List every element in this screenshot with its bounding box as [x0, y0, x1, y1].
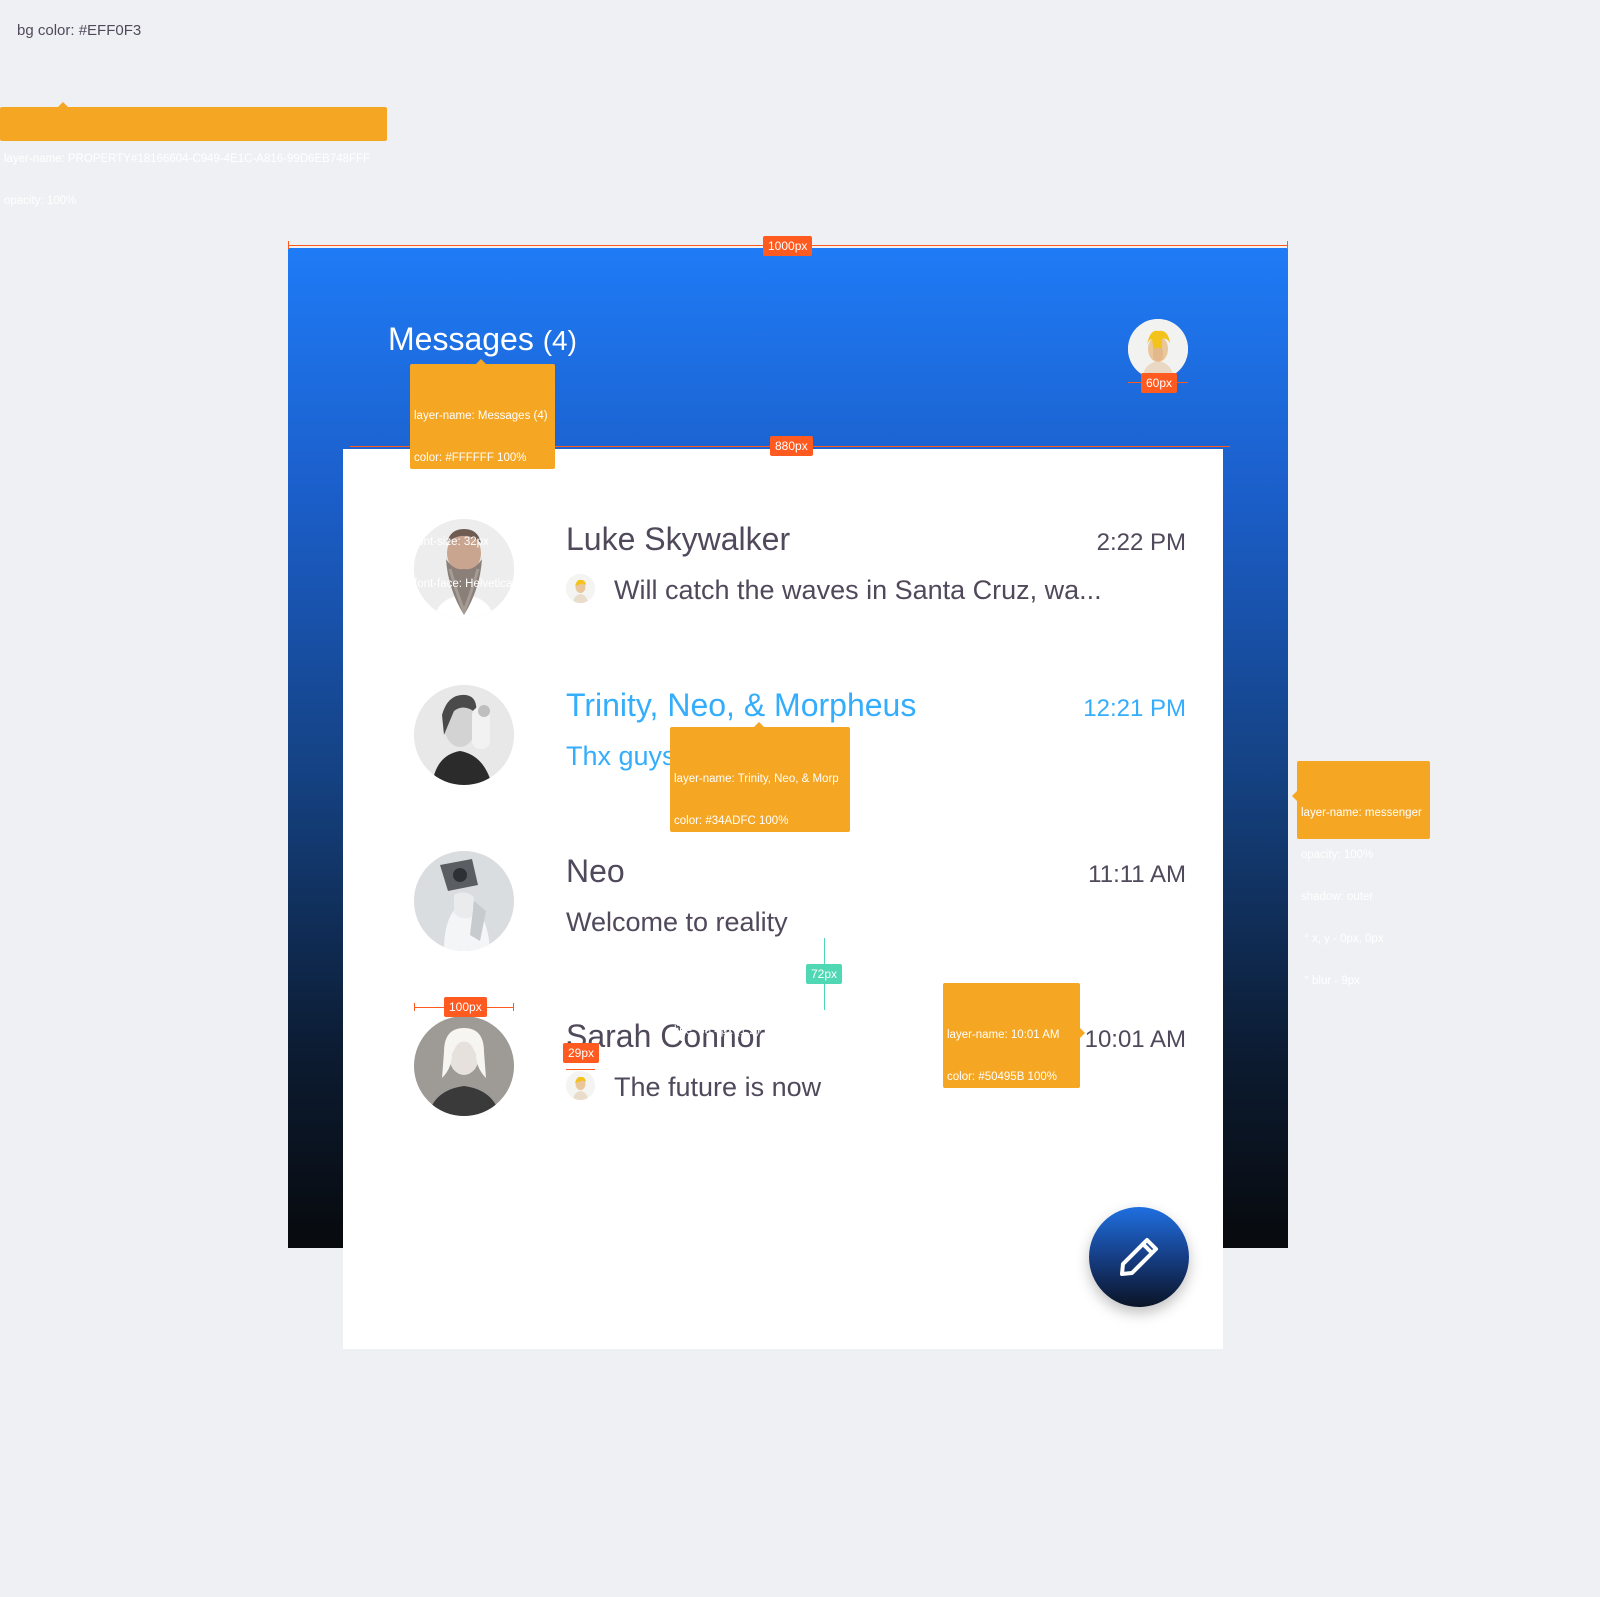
measure-cap [513, 1003, 514, 1011]
spec-line: font-size: 24px [947, 1155, 1022, 1167]
spec-line: opacity: 100% [4, 195, 77, 207]
spec-line: opacity: 100% [414, 494, 487, 506]
spec-line: ° blur - 9px [1301, 975, 1360, 987]
contact-name: Trinity, Neo, & Morpheus [566, 687, 917, 723]
contact-avatar [414, 1016, 514, 1116]
spec-line: color: #FFFFFF 100% [414, 452, 527, 464]
contact-avatar [414, 851, 514, 951]
unread-count: (4) [542, 325, 577, 356]
spec-line: line: 38.4px (1.2) [674, 1025, 760, 1037]
spec-line: layer-name: messenger [1301, 807, 1422, 819]
spec-line: ° x, y - 0px, 0px [1301, 933, 1384, 945]
spec-line: line: 26.4px (1.1) [947, 1281, 1033, 1293]
trinity-spec-tip: layer-name: Trinity, Neo, & Morp color: … [670, 722, 850, 1037]
spec-line: color: #50495B 100% [947, 1071, 1057, 1083]
avatar-portrait [414, 685, 514, 785]
spec-line: character: 0px [674, 983, 747, 995]
user-avatar[interactable] [1128, 319, 1188, 379]
message-time: 11:11 AM [1088, 861, 1186, 888]
spec-line: layer-name: Trinity, Neo, & Morp [674, 773, 839, 785]
message-time: 10:01 AM [1084, 1026, 1186, 1053]
spec-line: font-face: .SFNSDisplay [947, 1197, 1070, 1209]
pencil-icon [1120, 1238, 1158, 1276]
measure-gap-tag: 72px [806, 964, 843, 984]
spec-line: font-face: Helvetica [414, 578, 513, 590]
mini-avatar-portrait [566, 1071, 595, 1100]
page-title-text: Messages [388, 321, 534, 357]
contact-avatar [414, 685, 514, 785]
contact-name: Neo [566, 853, 625, 889]
measure-cap [1287, 241, 1288, 249]
messenger-spec-tip: layer-name: messenger opacity: 100% shad… [1292, 761, 1430, 987]
time-spec-tip: layer-name: 10:01 AM color: #50495B 100%… [943, 983, 1085, 1293]
property-spec-tip: layer-name: PROPERTY#18166604-C949-4E1C-… [0, 102, 387, 207]
bg-color-note: bg color: #EFF0F3 [17, 22, 142, 39]
measure-cap [414, 1003, 415, 1011]
avatar-portrait [1128, 319, 1188, 379]
spec-line: shadow: outer [1301, 891, 1374, 903]
sender-mini-avatar [566, 574, 595, 603]
measure-line [566, 1069, 595, 1070]
message-preview: Will catch the waves in Santa Cruz, wa..… [614, 575, 1102, 605]
spec-line: opacity: 100% [947, 1113, 1020, 1125]
measure-cap [288, 241, 289, 249]
spec-line: font-size: 32px [674, 899, 749, 911]
avatar-portrait [414, 1016, 514, 1116]
spec-line: layer-name: Messages (4) [414, 410, 548, 422]
spec-line: layer-name: 10:01 AM [947, 1029, 1060, 1041]
spec-line: line: 38px (1.2) [414, 662, 491, 674]
measure-width-tag: 880px [770, 436, 813, 456]
spec-line: font-face: .SFNSDisplay [674, 941, 797, 953]
spec-line: layer-name: PROPERTY#18166604-C949-4E1C-… [4, 153, 371, 165]
spec-line: opacity: 100% [674, 857, 747, 869]
message-preview: The future is now [614, 1072, 822, 1102]
measure-width-tag: 60px [1141, 373, 1178, 393]
message-time: 12:21 PM [1083, 695, 1186, 722]
spec-line: character: 0px [947, 1239, 1020, 1251]
measure-width-tag: 1000px [763, 236, 813, 256]
sender-mini-avatar [566, 1071, 595, 1100]
spec-line: opacity: 100% [1301, 849, 1374, 861]
spec-line: character: 0px [414, 620, 487, 632]
compose-button[interactable] [1089, 1207, 1189, 1307]
spec-line: font-size: 32px [414, 536, 489, 548]
mini-avatar-portrait [566, 574, 595, 603]
spec-line: color: #34ADFC 100% [674, 815, 789, 827]
measure-width-tag: 29px [563, 1043, 600, 1063]
measure-width-tag: 100px [444, 997, 487, 1017]
page-title: Messages (4) [388, 320, 577, 360]
contact-name: Luke Skywalker [566, 521, 791, 557]
title-spec-tip: layer-name: Messages (4) color: #FFFFFF … [410, 359, 555, 674]
avatar-portrait [414, 851, 514, 951]
message-preview: Thx guys [566, 741, 676, 771]
message-time: 2:22 PM [1096, 529, 1186, 556]
